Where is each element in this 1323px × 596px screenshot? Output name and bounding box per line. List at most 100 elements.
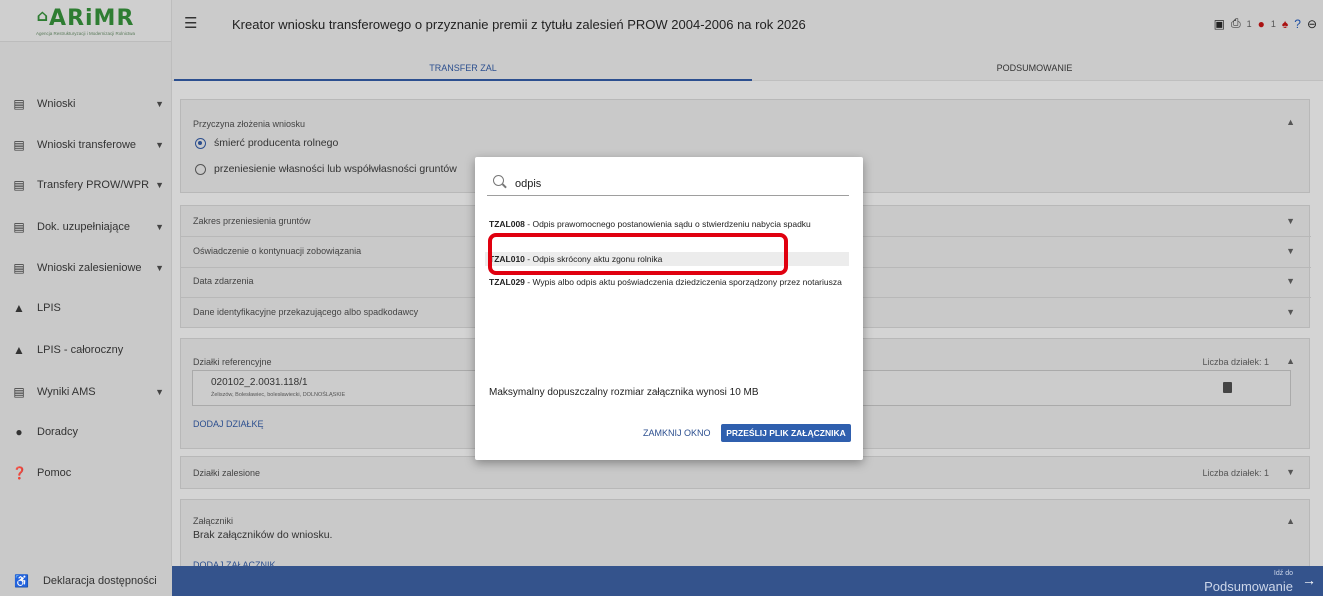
sidebar-item-label: Dok. uzupełniające <box>37 221 130 233</box>
save-icon[interactable]: ▣ <box>1214 17 1225 31</box>
chevron-down-icon: ▼ <box>155 263 164 273</box>
attachments-panel: Załączniki Brak załączników do wniosku. … <box>180 499 1310 570</box>
sidebar-item-label: Doradcy <box>37 426 78 438</box>
chevron-up-icon[interactable]: ▲ <box>1286 356 1295 366</box>
chevron-down-icon[interactable]: ▼ <box>1286 307 1295 317</box>
option-code: TZAL008 <box>489 219 525 229</box>
search-underline <box>487 195 849 196</box>
tab-podsumowanie[interactable]: PODSUMOWANIE <box>752 55 1317 81</box>
toolbar: ▣ ⎙ 1 ● 1 ♠ ? ⊖ <box>1214 16 1317 31</box>
option-code: TZAL029 <box>489 277 525 287</box>
chevron-down-icon[interactable]: ▼ <box>1286 276 1295 286</box>
clipboard-icon: ▤ <box>13 261 25 275</box>
trash-icon[interactable] <box>1223 382 1232 393</box>
sidebar-item-label: Wyniki AMS <box>37 386 96 398</box>
accessibility-icon: ♿ <box>14 574 29 588</box>
tab-transfer-zal[interactable]: TRANSFER ZAL <box>174 55 752 81</box>
sidebar-item-label: Wnioski <box>37 98 76 110</box>
sidebar-item-pomoc[interactable]: ❓ Pomoc <box>0 455 172 491</box>
attachments-label: Załączniki <box>193 516 234 526</box>
chevron-down-icon: ▼ <box>155 180 164 190</box>
page-title: Kreator wniosku transferowego o przyznan… <box>232 17 806 32</box>
bug-icon[interactable]: ♠ <box>1282 17 1288 31</box>
reason-option-label: przeniesienie własności lub współwłasnoś… <box>214 163 457 175</box>
attachment-option[interactable]: TZAL008 - Odpis prawomocnego postanowien… <box>489 217 849 231</box>
forested-label: Działki zalesione <box>193 468 261 478</box>
sidebar-item-lpis[interactable]: ▲ LPIS <box>0 290 172 326</box>
footer-small-label: Idź do <box>1273 570 1293 577</box>
error-icon[interactable]: ● <box>1258 17 1265 31</box>
warnings-count: 1 <box>1270 18 1276 29</box>
radio-checked-icon <box>195 137 206 149</box>
sidebar-item-label: Wnioski zalesieniowe <box>37 262 142 274</box>
logo-text: ⌂ARiMR <box>36 6 135 31</box>
search-input[interactable] <box>515 178 845 190</box>
reason-label: Przyczyna złożenia wniosku <box>193 119 306 129</box>
clipboard-icon: ▤ <box>13 178 25 192</box>
chevron-down-icon: ▼ <box>155 387 164 397</box>
plots-count: Liczba działek: 1 <box>1202 357 1269 367</box>
print-icon[interactable]: ⎙ <box>1231 16 1241 31</box>
upload-attachment-button[interactable]: PRZEŚLIJ PLIK ZAŁĄCZNIKA <box>721 424 851 442</box>
hamburger-menu-icon[interactable]: ☰ <box>184 14 197 32</box>
accessibility-declaration[interactable]: ♿ Deklaracja dostępności <box>0 566 172 596</box>
help-icon: ❓ <box>12 466 27 480</box>
chevron-down-icon: ▼ <box>155 222 164 232</box>
chevron-down-icon: ▼ <box>155 140 164 150</box>
row-label[interactable]: Zakres przeniesienia gruntów <box>193 216 311 226</box>
sidebar-item-wnioski-transferowe[interactable]: ▤ Wnioski transferowe ▼ <box>0 127 172 163</box>
reason-option-transfer[interactable]: przeniesienie własności lub współwłasnoś… <box>195 163 457 175</box>
sidebar: ⌂ARiMR Agencja Restrukturyzacji i Modern… <box>0 0 172 596</box>
sidebar-item-transfery[interactable]: ▤ Transfery PROW/WPR ▼ <box>0 167 172 203</box>
forested-panel: Działki zalesione Liczba działek: 1 ▼ <box>180 456 1310 489</box>
clipboard-icon: ▤ <box>13 138 25 152</box>
sidebar-item-label: Wnioski transferowe <box>37 139 137 151</box>
attachments-empty: Brak załączników do wniosku. <box>193 529 333 541</box>
sidebar-item-wnioski[interactable]: ▤ Wnioski ▼ <box>0 86 172 122</box>
chevron-down-icon[interactable]: ▼ <box>1286 246 1295 256</box>
sidebar-item-wyniki-ams[interactable]: ▤ Wyniki AMS ▼ <box>0 374 172 410</box>
chevron-down-icon[interactable]: ▼ <box>1286 216 1295 226</box>
sidebar-item-lpis-caloroczny[interactable]: ▲ LPIS - całoroczny <box>0 332 172 368</box>
option-text: - Wypis albo odpis aktu poświadczenia dz… <box>524 277 842 287</box>
attachment-option[interactable]: TZAL029 - Wypis albo odpis aktu poświadc… <box>489 275 849 289</box>
sidebar-item-label: Transfery PROW/WPR <box>37 179 150 191</box>
reason-option-death[interactable]: śmierć producenta rolnego <box>195 137 338 149</box>
chevron-down-icon[interactable]: ▼ <box>1286 467 1295 477</box>
help-icon[interactable]: ? <box>1294 17 1301 31</box>
person-icon: ● <box>15 425 23 439</box>
chevron-down-icon: ▼ <box>155 99 164 109</box>
user-icon[interactable]: ⊖ <box>1307 17 1317 31</box>
clipboard-icon: ▤ <box>13 220 25 234</box>
sidebar-item-label: LPIS - całoroczny <box>37 344 124 356</box>
size-info: Maksymalny dopuszczalny rozmiar załączni… <box>489 387 759 398</box>
clipboard-icon: ▤ <box>13 385 25 399</box>
logo[interactable]: ⌂ARiMR Agencja Restrukturyzacji i Modern… <box>0 0 171 42</box>
arrow-right-icon[interactable]: → <box>1302 572 1316 588</box>
forested-count: Liczba działek: 1 <box>1202 468 1269 478</box>
option-text: - Odpis prawomocnego postanowienia sądu … <box>524 219 811 229</box>
sidebar-item-doradcy[interactable]: ● Doradcy <box>0 414 172 450</box>
clipboard-icon: ▤ <box>13 97 25 111</box>
row-label[interactable]: Data zdarzenia <box>193 276 254 286</box>
footer-nav[interactable]: Idź do Podsumowanie → <box>172 566 1323 596</box>
reason-option-label: śmierć producenta rolnego <box>214 137 339 149</box>
tabs: TRANSFER ZAL PODSUMOWANIE <box>172 55 1323 81</box>
sidebar-item-label: Pomoc <box>37 467 72 479</box>
search-icon <box>493 175 504 186</box>
chevron-up-icon[interactable]: ▲ <box>1286 516 1295 526</box>
chevron-up-icon[interactable]: ▲ <box>1286 117 1295 127</box>
sidebar-item-label: LPIS <box>37 302 61 314</box>
radio-unchecked-icon <box>195 163 206 175</box>
row-label[interactable]: Dane identyfikacyjne przekazującego albo… <box>193 307 418 317</box>
sidebar-item-wnioski-zalesieniowe[interactable]: ▤ Wnioski zalesieniowe ▼ <box>0 250 172 286</box>
attachment-modal: TZAL008 - Odpis prawomocnego postanowien… <box>475 157 863 460</box>
sidebar-item-dok-uzupelniajace[interactable]: ▤ Dok. uzupełniające ▼ <box>0 209 172 245</box>
row-label[interactable]: Oświadczenie o kontynuacji zobowiązania <box>193 246 361 256</box>
close-modal-button[interactable]: ZAMKNIJ OKNO <box>643 428 711 438</box>
highlight-annotation <box>488 233 788 275</box>
errors-count: 1 <box>1246 18 1252 29</box>
plot-id: 020102_2.0031.118/1 <box>211 377 308 388</box>
add-plot-link[interactable]: DODAJ DZIAŁKĘ <box>193 419 264 429</box>
landscape-icon: ▲ <box>13 301 25 315</box>
